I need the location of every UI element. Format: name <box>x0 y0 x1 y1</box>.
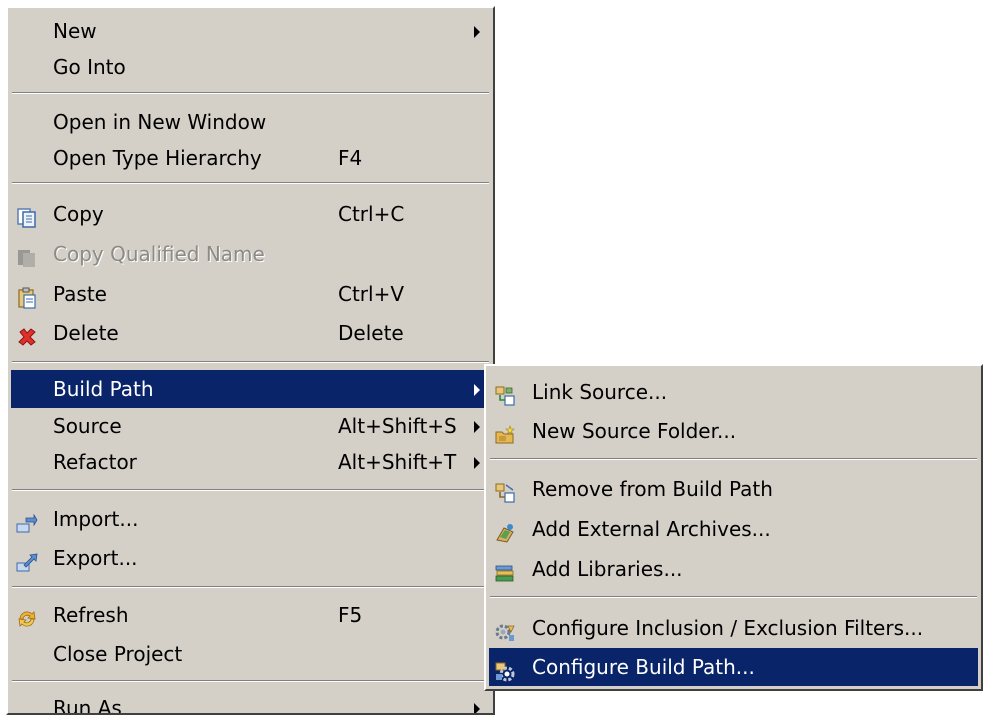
menu-item-export[interactable]: Export... <box>11 539 490 577</box>
menu-item-label: Copy Qualified Name <box>53 242 265 266</box>
menu-item-build-path[interactable]: Build Path <box>11 370 490 408</box>
copy-qualified-name-icon <box>16 243 38 267</box>
configure-build-path-icon <box>494 656 516 682</box>
menu-item-label: Go Into <box>53 55 126 79</box>
submenu-item-configure-build-path[interactable]: Configure Build Path... <box>489 648 978 686</box>
import-icon <box>16 508 38 533</box>
link-source-icon <box>494 381 516 406</box>
submenu-arrow-icon <box>474 703 480 713</box>
menu-item-shortcut: F4 <box>338 146 363 170</box>
menu-item-shortcut: Alt+Shift+S <box>338 414 457 438</box>
menu-item-label: Remove from Build Path <box>532 477 773 501</box>
menu-item-label: Add External Archives... <box>532 517 771 541</box>
menu-item-import[interactable]: Import... <box>11 500 490 538</box>
menu-separator <box>12 489 489 491</box>
submenu-item-link-source[interactable]: Link Source... <box>489 373 978 411</box>
menu-item-source[interactable]: Source Alt+Shift+S <box>11 407 490 445</box>
menu-item-label: Run As <box>53 696 122 715</box>
menu-item-refresh[interactable]: Refresh F5 <box>11 596 490 634</box>
menu-item-copy-qualified-name[interactable]: Copy Qualified Name <box>11 235 490 273</box>
submenu-arrow-icon <box>474 384 480 396</box>
menu-item-label: Open in New Window <box>53 110 267 134</box>
menu-separator <box>12 92 489 94</box>
menu-separator <box>490 458 977 460</box>
menu-item-label: Import... <box>53 507 139 531</box>
menu-item-shortcut: Ctrl+V <box>338 282 405 306</box>
submenu-item-configure-filters[interactable]: Configure Inclusion / Exclusion Filters.… <box>489 609 978 647</box>
menu-item-label: New Source Folder... <box>532 419 737 443</box>
menu-separator <box>12 586 489 588</box>
menu-separator <box>12 361 489 363</box>
menu-item-label: New <box>53 19 97 43</box>
context-menu: New Go Into Open in New Window Open Type… <box>6 6 495 715</box>
submenu-item-remove-from-build-path[interactable]: Remove from Build Path <box>489 470 978 508</box>
menu-item-new[interactable]: New <box>11 12 490 50</box>
menu-item-paste[interactable]: Paste Ctrl+V <box>11 275 490 313</box>
menu-item-label: Refresh <box>53 603 129 627</box>
menu-item-label: Refactor <box>53 450 137 474</box>
export-icon <box>16 547 38 572</box>
remove-build-path-icon <box>494 478 516 503</box>
submenu-arrow-icon <box>474 26 480 38</box>
menu-item-go-into[interactable]: Go Into <box>11 48 490 86</box>
menu-item-open-type-hierarchy[interactable]: Open Type Hierarchy F4 <box>11 139 490 177</box>
menu-item-label: Build Path <box>53 377 154 401</box>
submenu-item-add-libraries[interactable]: Add Libraries... <box>489 550 978 588</box>
menu-item-label: Source <box>53 414 122 438</box>
menu-item-open-in-new-window[interactable]: Open in New Window <box>11 103 490 141</box>
menu-item-label: Configure Build Path... <box>532 655 755 679</box>
submenu-item-add-external-archives[interactable]: Add External Archives... <box>489 510 978 548</box>
menu-item-label: Delete <box>53 321 119 345</box>
menu-item-delete[interactable]: Delete Delete <box>11 314 490 352</box>
menu-item-label: Open Type Hierarchy <box>53 146 262 170</box>
menu-separator <box>490 596 977 598</box>
submenu-arrow-icon <box>474 457 480 469</box>
submenu-item-new-source-folder[interactable]: New Source Folder... <box>489 412 978 450</box>
build-path-submenu: Link Source... New Source Folder... Remo… <box>484 364 983 691</box>
menu-item-shortcut: F5 <box>338 603 363 627</box>
menu-item-label: Link Source... <box>532 380 668 404</box>
menu-item-shortcut: Alt+Shift+T <box>338 450 457 474</box>
add-external-archives-icon <box>494 518 516 543</box>
menu-item-label: Export... <box>53 546 138 570</box>
menu-item-label: Copy <box>53 202 104 226</box>
menu-item-copy[interactable]: Copy Ctrl+C <box>11 195 490 233</box>
refresh-icon <box>16 604 38 627</box>
paste-icon <box>16 283 38 309</box>
menu-item-label: Configure Inclusion / Exclusion Filters.… <box>532 616 924 640</box>
copy-icon <box>16 203 38 228</box>
menu-item-shortcut: Delete <box>338 321 404 345</box>
menu-item-shortcut: Ctrl+C <box>338 202 405 226</box>
delete-icon <box>16 322 38 346</box>
add-libraries-icon <box>494 558 516 582</box>
menu-item-label: Add Libraries... <box>532 557 683 581</box>
submenu-arrow-icon <box>474 421 480 433</box>
menu-separator <box>12 182 489 184</box>
menu-item-label: Close Project <box>53 642 183 666</box>
menu-item-refactor[interactable]: Refactor Alt+Shift+T <box>11 443 490 481</box>
new-source-folder-icon <box>494 420 516 444</box>
menu-item-close-project[interactable]: Close Project <box>11 635 490 673</box>
menu-item-label: Paste <box>53 282 107 306</box>
menu-item-run-as[interactable]: Run As <box>11 689 490 715</box>
menu-separator <box>12 680 489 682</box>
configure-filters-icon <box>494 617 516 641</box>
